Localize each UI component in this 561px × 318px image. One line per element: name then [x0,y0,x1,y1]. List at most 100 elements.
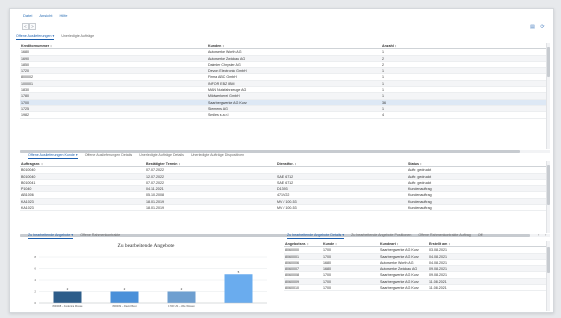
table-cell: 1 [382,69,384,74]
table-cell: KA1023 [21,206,34,211]
table-cell: Kundenauftrag [408,199,432,204]
vertical-scrollbar[interactable] [546,43,550,149]
bottom-left-tabs: Zu bearbeitende Angebote ▾ Offene Rahmen… [28,232,120,239]
bottom-right-tabs: Zu bearbeitende Angebote Details ▾ Zu be… [287,232,483,239]
tab-unerledigte-auftraege-details[interactable]: Unerledigte Aufträge Details [139,152,184,159]
table-cell: 1830 [21,88,29,93]
table-row[interactable]: KA1023 18.01.2019 MV / 100-53 Kundenauftrag [20,205,550,212]
chart-bar[interactable] [110,291,139,304]
table-cell: 1982 [21,113,29,118]
chart-bar[interactable] [224,274,253,303]
table-cell: MV / 100-53 [277,199,297,204]
table-cell: SAE 6712 [277,174,294,179]
column-header[interactable]: Kunde ↕ [322,241,379,246]
column-header[interactable]: Bestätigter Termin ↕ [145,161,276,166]
tab-offene-rahmenkontrakte[interactable]: Offene Rahmenkontrakte [80,232,120,239]
tab-label: Offene Auslieferungen [16,34,52,38]
menu-datei[interactable]: Datei [23,12,32,20]
table-cell: 1680 [323,267,331,272]
table-cell: AB1006 [21,193,34,198]
table-cell: Devon Electronic GmbH [208,69,247,74]
table-cell: 07.07.2022 [146,180,164,185]
tab-scroll-right-icon[interactable]: › [545,232,546,237]
table-cell: 1 [382,88,384,93]
table-cell: Smiles s.a.r.l [208,113,229,118]
column-header[interactable]: Status ↕ [407,161,537,166]
tab-angebote-positionen[interactable]: Zu bearbeitende Angebote Positionen [351,232,411,239]
table-cell: 8060010 [285,286,299,291]
table-cell: Kundenauftrag [408,187,432,192]
vertical-scrollbar[interactable] [546,161,550,233]
table-cell: 1 [382,75,384,80]
x-tick-label: 800009 – David Best [112,304,136,308]
y-tick-label: 8 [34,255,36,259]
tab-offene-auslieferungen-kunde[interactable]: Offene Auslieferungen Kunde ▾ [28,152,78,159]
back-icon[interactable]: < [22,23,29,30]
tab-offene-auslieferungen[interactable]: Offene Auslieferungen ▾ [16,33,55,40]
column-header[interactable]: Kreditornummer ↕ [20,43,207,48]
chevron-down-icon: ▾ [75,153,78,157]
forward-icon[interactable]: > [29,23,36,30]
table-cell: 4 [382,113,384,118]
menu-hilfe[interactable]: Hilfe [59,12,67,20]
customers-table: Kreditornummer ↕ Kunden ↕ Anzahl ↕ 1680 Auto… [20,43,550,149]
table-cell: 8060006 [285,260,299,265]
column-header[interactable]: Erstellt am ↕ [428,241,544,246]
tab-rahmenkontrakte-auftrag[interactable]: Offene Rahmenkontrakte Auftrag [418,232,470,239]
table-cell: Siemens AG [208,106,228,111]
chart-bar[interactable] [53,291,82,304]
tab-zu-bearbeitende-angebote[interactable]: Zu bearbeitende Angebote ▾ [28,232,74,239]
table-cell: 8060007 [285,267,299,272]
table-cell: Kundenauftrag [408,193,432,198]
tab-unerledigte-auftraege[interactable]: Unerledigte Aufträge [61,33,94,40]
table-cell: 36 [382,100,386,105]
column-header[interactable]: Anzahl ↕ [381,43,541,48]
tab-scroll-left-icon[interactable]: ‹ [538,232,539,237]
column-header[interactable]: Kunden ↕ [207,43,381,48]
navigation-buttons: < > [22,23,36,30]
tab-angebote-details[interactable]: Zu bearbeitende Angebote Details ▾ [287,232,345,239]
table-cell: 07.07.2022 [146,168,164,173]
application-window: Datei Ansicht Hilfe < > ▤ ⟳ Offene Ausli… [9,8,554,313]
table-cell: 1690 [21,56,29,61]
column-header[interactable]: Angebotsnr. ↕ [284,241,322,246]
tab-unerledigte-auftraege-dispositiven[interactable]: Unerledigte Aufträge Dispositiven [191,152,244,159]
table-row[interactable]: 8060010 1700 Saarbergwerke AG Kurz 11.08.20… [284,285,550,292]
tab-overflow[interactable]: Off [478,232,483,239]
vertical-scrollbar[interactable] [546,241,550,311]
table-cell: 1700 [323,286,331,291]
table-cell: Saarbergwerke AG Kurz [380,273,419,278]
tab-offene-auslieferungen-details[interactable]: Offene Auslieferungen Details [85,152,132,159]
column-header[interactable]: Auftragsnr. ↕ [20,161,145,166]
table-cell: MV / 100-53 [277,206,297,211]
table-cell: MAN Nutzfahrzeuge AG [208,88,247,93]
y-tick-label: 4 [34,278,36,282]
table-cell: Kundenauftrag [408,206,432,211]
table-cell: 8060009 [285,279,299,284]
table-cell: 8060001 [285,254,299,259]
chart-canvas: 0 2 4 6 8 2 800008 – Federica Mosse 2 800009 – D… [34,255,267,308]
table-cell: 04.08.2021 [429,254,447,259]
column-header[interactable]: Dienstfor. ↕ [276,161,407,166]
table-cell: 12.07.2022 [146,174,164,179]
chart-bar[interactable] [167,291,196,304]
save-icon[interactable]: ▤ [529,23,536,30]
table-cell: 1850 [21,62,29,67]
table-cell: Autowerke Zwickau AG [208,56,246,61]
column-header[interactable]: Kundeart ↕ [379,241,428,246]
data-label: 2 [181,287,183,291]
table-cell: Autowerke Zwickau AG [380,267,418,272]
table-row[interactable]: 1982 Smiles s.a.r.l 4 [20,112,550,119]
table-cell: 1720 [21,69,29,74]
table-cell: 1700 [323,248,331,253]
refresh-icon[interactable]: ⟳ [539,23,546,30]
tab-label: Zu bearbeitende Angebote Details [287,233,342,237]
table-cell: 18.01.2019 [146,199,164,204]
table-cell: 09.08.2021 [429,267,447,272]
table-cell: 471V22 [277,193,290,198]
table-cell: 1700 [21,100,29,105]
table-cell: D1393 [277,187,288,192]
y-tick-label: 0 [34,301,36,305]
menu-ansicht[interactable]: Ansicht [39,12,52,20]
table-cell: 100001 [21,81,33,86]
